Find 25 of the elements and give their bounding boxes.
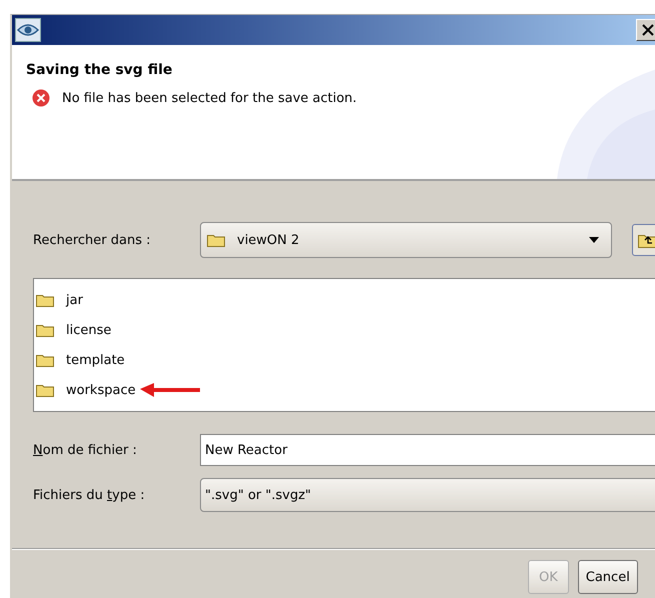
look-in-dropdown[interactable]: viewON 2: [200, 222, 612, 258]
folder-item[interactable]: jar: [36, 285, 655, 315]
file-name-label: Nom de fichier :: [33, 442, 138, 458]
dialog-heading: Saving the svg file: [25, 61, 174, 78]
folder-icon: [36, 293, 54, 307]
up-folder-button[interactable]: [632, 224, 655, 256]
file-name-field[interactable]: New Reactor: [200, 434, 655, 466]
eye-icon: [15, 18, 41, 42]
error-icon: [32, 89, 50, 107]
folder-icon: [207, 233, 225, 247]
close-icon: [641, 23, 655, 37]
look-in-label: Rechercher dans :: [33, 232, 152, 248]
folder-icon: [36, 323, 54, 337]
close-button[interactable]: [636, 19, 655, 41]
file-type-label: Fichiers du type :: [33, 488, 146, 502]
error-message: No file has been selected for the save action.: [62, 90, 357, 106]
folder-icon: [36, 353, 54, 367]
folder-item[interactable]: template: [36, 345, 655, 375]
folder-item[interactable]: workspace: [36, 375, 655, 405]
folder-item[interactable]: license: [36, 315, 655, 345]
caret-icon: [589, 237, 599, 243]
folder-icon: [36, 383, 54, 397]
cancel-button[interactable]: Cancel: [578, 560, 638, 594]
folder-up-icon: [638, 232, 655, 248]
file-type-dropdown[interactable]: ".svg" or ".svgz": [200, 478, 655, 512]
